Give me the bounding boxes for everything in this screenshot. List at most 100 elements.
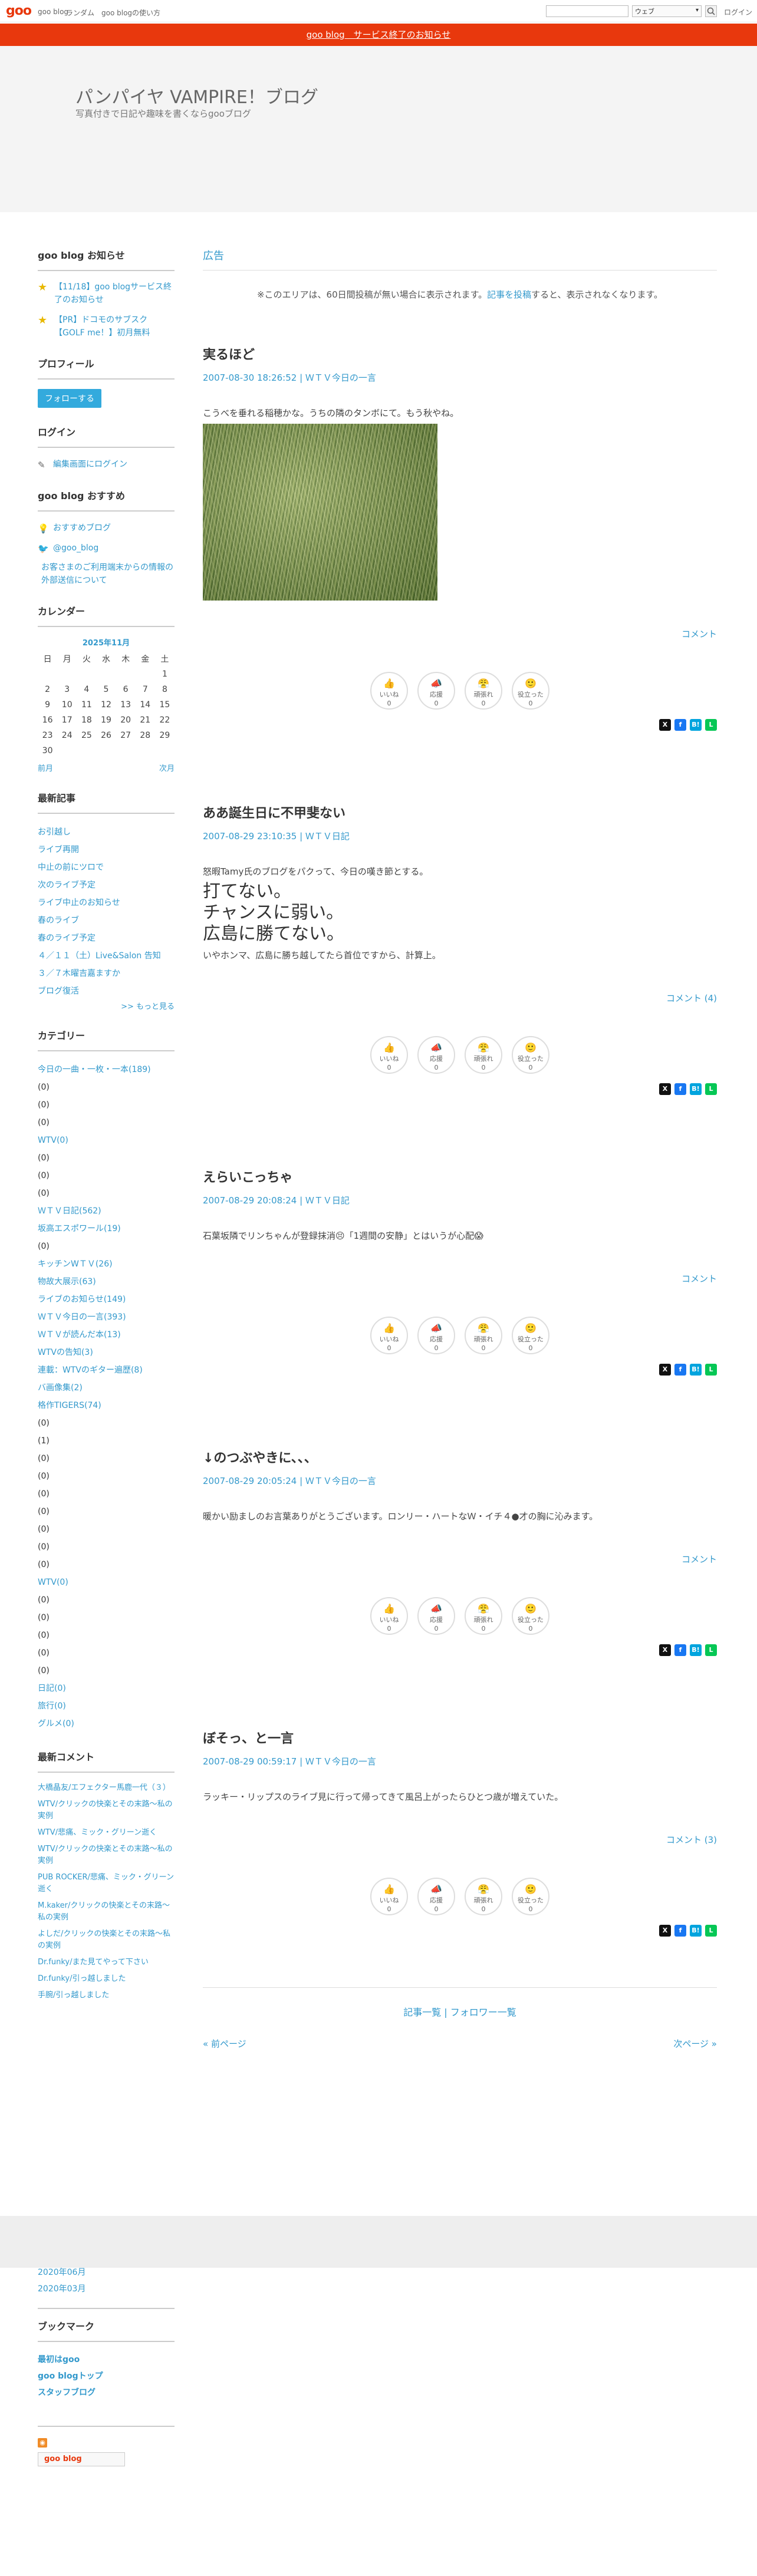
- hatena-share-icon[interactable]: B!: [690, 1083, 702, 1095]
- helpful-reaction[interactable]: 🙂 役立った 0: [512, 1036, 549, 1074]
- cheer-reaction[interactable]: 📣 応援 0: [417, 672, 455, 710]
- bookmark-link[interactable]: 最初はgoo: [38, 2351, 175, 2368]
- external-info-link[interactable]: お客さまのご利用端末からの情報の外部送信について: [38, 561, 175, 587]
- archive-link[interactable]: 2020年06月: [38, 2264, 175, 2281]
- post-meta[interactable]: 2007-08-29 23:10:35 | ＷＴＶ日記: [203, 830, 717, 842]
- x-share-icon[interactable]: X: [659, 1364, 671, 1376]
- line-share-icon[interactable]: L: [705, 1364, 717, 1376]
- post-meta[interactable]: 2007-08-29 20:05:24 | ＷＴＶ今日の一言: [203, 1475, 717, 1487]
- login-link[interactable]: ログイン: [724, 7, 752, 17]
- calendar-prev-link[interactable]: 前月: [38, 764, 53, 773]
- category-link[interactable]: ライブのお知らせ(149): [38, 1291, 175, 1308]
- helpful-reaction[interactable]: 🙂 役立った 0: [512, 672, 549, 710]
- bookmark-link[interactable]: goo blogトップ: [38, 2368, 175, 2384]
- category-link[interactable]: (0): [38, 1467, 175, 1485]
- facebook-share-icon[interactable]: f: [674, 1083, 686, 1095]
- comment-link[interactable]: コメント: [203, 1272, 717, 1285]
- category-link[interactable]: WTVの告知(3): [38, 1344, 175, 1361]
- helpful-reaction[interactable]: 🙂 役立った 0: [512, 1878, 549, 1915]
- line-share-icon[interactable]: L: [705, 1083, 717, 1095]
- category-link[interactable]: バ画像集(2): [38, 1379, 175, 1397]
- recent-comment-link[interactable]: WTV/悲痛、ミック・グリーン逝く: [38, 1827, 175, 1839]
- cheer-reaction[interactable]: 📣 応援 0: [417, 1036, 455, 1074]
- like-reaction[interactable]: 👍 いいね 0: [370, 1878, 408, 1915]
- recent-comment-link[interactable]: 手腕/引っ越しました: [38, 1990, 175, 2001]
- recent-comment-link[interactable]: WTV/クリックの快楽とその末路～私の実例: [38, 1799, 175, 1822]
- service-end-banner[interactable]: goo blog サービス終了のお知らせ: [0, 24, 757, 46]
- category-link[interactable]: ＷＴＶが読んだ本(13): [38, 1326, 175, 1344]
- x-share-icon[interactable]: X: [659, 1083, 671, 1095]
- like-reaction[interactable]: 👍 いいね 0: [370, 1036, 408, 1074]
- post-title[interactable]: えらいこっちゃ: [203, 1167, 717, 1186]
- x-share-icon[interactable]: X: [659, 719, 671, 731]
- facebook-share-icon[interactable]: f: [674, 1644, 686, 1656]
- search-scope-select[interactable]: ウェブ ▾: [632, 5, 702, 17]
- notice-item-text[interactable]: 【11/18】goo blogサービス終了のお知らせ: [54, 282, 172, 305]
- category-link[interactable]: (0): [38, 1609, 175, 1627]
- edit-login-text[interactable]: 編集画面にログイン: [53, 460, 127, 469]
- recent-post-link[interactable]: お引越し: [38, 823, 175, 841]
- hatena-share-icon[interactable]: B!: [690, 1925, 702, 1937]
- ganbare-reaction[interactable]: 😤 頑張れ 0: [465, 1597, 502, 1635]
- comment-link[interactable]: コメント (4): [203, 992, 717, 1004]
- next-page-link[interactable]: 次ページ »: [673, 2037, 717, 2050]
- list-links[interactable]: 記事一覧 | フォロワー一覧: [203, 1987, 717, 2018]
- topnav-link-howto[interactable]: goo blogの使い方: [101, 8, 160, 18]
- category-link[interactable]: (0): [38, 1503, 175, 1520]
- comment-link[interactable]: コメント: [203, 1553, 717, 1565]
- search-button[interactable]: [705, 5, 717, 17]
- category-link[interactable]: (0): [38, 1238, 175, 1255]
- category-link[interactable]: (0): [38, 1078, 175, 1096]
- comment-link[interactable]: コメント (3): [203, 1833, 717, 1846]
- category-link[interactable]: 日記(0): [38, 1680, 175, 1697]
- hatena-share-icon[interactable]: B!: [690, 1364, 702, 1376]
- category-link[interactable]: (0): [38, 1149, 175, 1167]
- helpful-reaction[interactable]: 🙂 役立った 0: [512, 1597, 549, 1635]
- category-link[interactable]: (0): [38, 1644, 175, 1662]
- facebook-share-icon[interactable]: f: [674, 719, 686, 731]
- recent-comment-link[interactable]: WTV/クリックの快楽とその末路～私の実例: [38, 1843, 175, 1867]
- service-end-banner-text[interactable]: goo blog サービス終了のお知らせ: [307, 29, 451, 40]
- category-link[interactable]: (0): [38, 1414, 175, 1432]
- category-link[interactable]: (0): [38, 1627, 175, 1644]
- archive-link[interactable]: 2020年03月: [38, 2281, 175, 2297]
- cheer-reaction[interactable]: 📣 応援 0: [417, 1597, 455, 1635]
- x-share-icon[interactable]: X: [659, 1644, 671, 1656]
- prev-page-link[interactable]: « 前ページ: [203, 2039, 246, 2049]
- goo-logo[interactable]: goo: [6, 4, 32, 18]
- helpful-reaction[interactable]: 🙂 役立った 0: [512, 1317, 549, 1354]
- post-title[interactable]: ↓のつぶやきに、、、: [203, 1447, 717, 1466]
- category-link[interactable]: (1): [38, 1432, 175, 1450]
- category-link[interactable]: キッチンWＴＶ(26): [38, 1255, 175, 1273]
- recent-comment-link[interactable]: Dr.funky/引っ越しました: [38, 1973, 175, 1985]
- recent-post-link[interactable]: ブログ復活: [38, 982, 175, 1000]
- rice-field-photo[interactable]: [203, 424, 437, 601]
- recommend-blog-link[interactable]: 💡 おすすめブログ: [38, 521, 175, 535]
- ganbare-reaction[interactable]: 😤 頑張れ 0: [465, 1317, 502, 1354]
- category-link[interactable]: WTV(0): [38, 1574, 175, 1591]
- notice-item[interactable]: ★ 【11/18】goo blogサービス終了のお知らせ: [38, 281, 175, 306]
- post-meta[interactable]: 2007-08-29 00:59:17 | ＷＴＶ今日の一言: [203, 1755, 717, 1767]
- bookmark-link[interactable]: スタッフブログ: [38, 2384, 175, 2401]
- recent-comment-link[interactable]: Dr.funky/また見てやって下さい: [38, 1957, 175, 1968]
- topnav-link-goo-blog[interactable]: goo blog: [38, 8, 68, 16]
- category-link[interactable]: ＷＴＶ今日の一言(393): [38, 1308, 175, 1326]
- ganbare-reaction[interactable]: 😤 頑張れ 0: [465, 672, 502, 710]
- category-link[interactable]: (0): [38, 1485, 175, 1503]
- post-meta[interactable]: 2007-08-30 18:26:52 | ＷＴＶ今日の一言: [203, 371, 717, 384]
- post-title[interactable]: ぼそっ、と一言: [203, 1728, 717, 1747]
- hatena-share-icon[interactable]: B!: [690, 719, 702, 731]
- comment-link[interactable]: コメント: [203, 628, 717, 640]
- recent-post-link[interactable]: 中止の前にツロで: [38, 859, 175, 876]
- calendar-next-link[interactable]: 次月: [159, 762, 175, 773]
- facebook-share-icon[interactable]: f: [674, 1925, 686, 1937]
- recent-post-link[interactable]: ４／１１（土）Live&Salon 告知: [38, 947, 175, 965]
- notice-item-text[interactable]: 【PR】ドコモのサブスク【GOLF me！】初月無料: [54, 315, 150, 338]
- recent-comment-link[interactable]: 大橋晶友/エフェクター馬鹿一代（３）: [38, 1782, 175, 1794]
- twitter-account-text[interactable]: @goo_blog: [53, 543, 98, 553]
- category-link[interactable]: (0): [38, 1450, 175, 1467]
- category-link[interactable]: (0): [38, 1096, 175, 1114]
- rss-icon[interactable]: ◉: [38, 2438, 47, 2448]
- category-link[interactable]: (0): [38, 1538, 175, 1556]
- recommend-blog-text[interactable]: おすすめブログ: [53, 523, 111, 533]
